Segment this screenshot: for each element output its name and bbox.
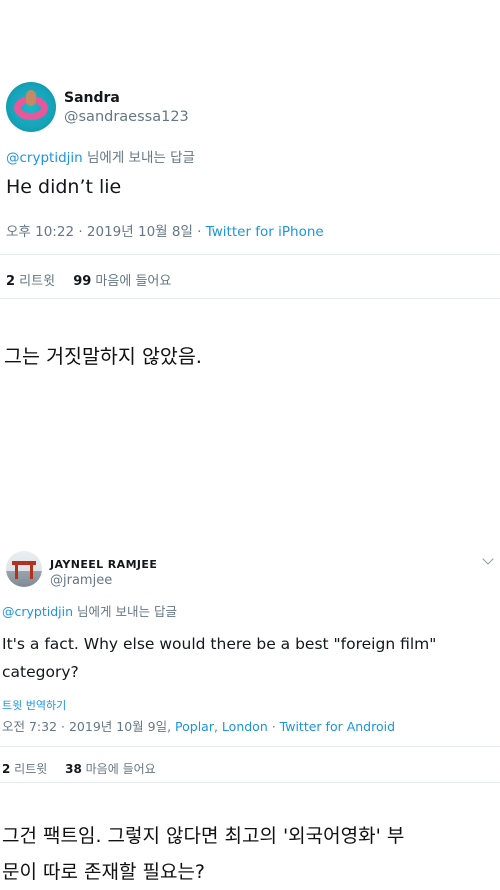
location-link[interactable]: Poplar, London	[175, 719, 268, 734]
translate-tweet-link[interactable]: 트윗 번역하기	[2, 697, 66, 713]
likes-stat[interactable]: 99 마음에 들어요	[73, 274, 171, 289]
translation-text: 그는 거짓말하지 않았음.	[4, 345, 202, 368]
likes-stat[interactable]: 38 마음에 들어요	[65, 762, 156, 776]
user-handle[interactable]: @sandraessa123	[64, 109, 189, 125]
tweet-source-link[interactable]: Twitter for iPhone	[206, 224, 324, 240]
divider	[0, 298, 500, 299]
tweet-meta: 오후 10:22 · 2019년 10월 8일 · Twitter for iP…	[6, 220, 324, 240]
retweets-stat[interactable]: 2 리트윗	[6, 274, 55, 289]
avatar-jayneel[interactable]	[6, 551, 42, 587]
tweet-text: It's a fact. Why else would there be a b…	[2, 630, 436, 686]
avatar-sandra[interactable]	[6, 82, 56, 132]
meta-separator: ·	[267, 719, 280, 734]
reply-context: @cryptidjin 님에게 보내는 답글	[2, 601, 177, 620]
translation-line: 그건 팩트임. 그렇지 않다면 최고의 '외국어영화' 부	[2, 825, 405, 847]
tweet-text: He didn’t lie	[6, 176, 122, 198]
reply-to-link[interactable]: @cryptidjin	[2, 604, 73, 619]
divider	[0, 746, 500, 747]
tweet-text-line: category?	[2, 663, 79, 681]
reply-to-suffix: 님에게 보내는 답글	[82, 150, 195, 166]
divider	[0, 782, 500, 783]
user-handle[interactable]: @jramjee	[50, 573, 112, 588]
person-graphic	[26, 90, 36, 106]
reply-to-suffix: 님에게 보내는 답글	[73, 604, 177, 619]
display-name[interactable]: Sandra	[64, 90, 120, 106]
tweet-meta: 오전 7:32 · 2019년 10월 9일, Poplar, London ·…	[2, 716, 395, 735]
engagement-stats: 2 리트윗 38 마음에 들어요	[2, 760, 156, 777]
tweet-source-link[interactable]: Twitter for Android	[280, 719, 395, 734]
reply-to-link[interactable]: @cryptidjin	[6, 150, 83, 166]
translation-text: 그건 팩트임. 그렇지 않다면 최고의 '외국어영화' 부 문이 따로 존재할 …	[2, 818, 404, 890]
retweets-stat[interactable]: 2 리트윗	[2, 762, 47, 776]
tweet-timestamp[interactable]: 오후 10:22 · 2019년 10월 8일 ·	[6, 224, 206, 240]
tweet-text-line: It's a fact. Why else would there be a b…	[2, 635, 437, 653]
display-name[interactable]: JAYNEEL RAMJEE	[50, 558, 157, 571]
tweet-timestamp[interactable]: 오전 7:32 · 2019년 10월 9일,	[2, 719, 175, 734]
divider	[0, 254, 500, 255]
chevron-down-icon[interactable]	[482, 553, 494, 565]
torii-gate-graphic	[12, 561, 36, 579]
engagement-stats: 2 리트윗 99 마음에 들어요	[6, 270, 171, 289]
reply-context: @cryptidjin 님에게 보내는 답글	[6, 146, 195, 166]
translation-line: 문이 따로 존재할 필요는?	[2, 861, 206, 883]
